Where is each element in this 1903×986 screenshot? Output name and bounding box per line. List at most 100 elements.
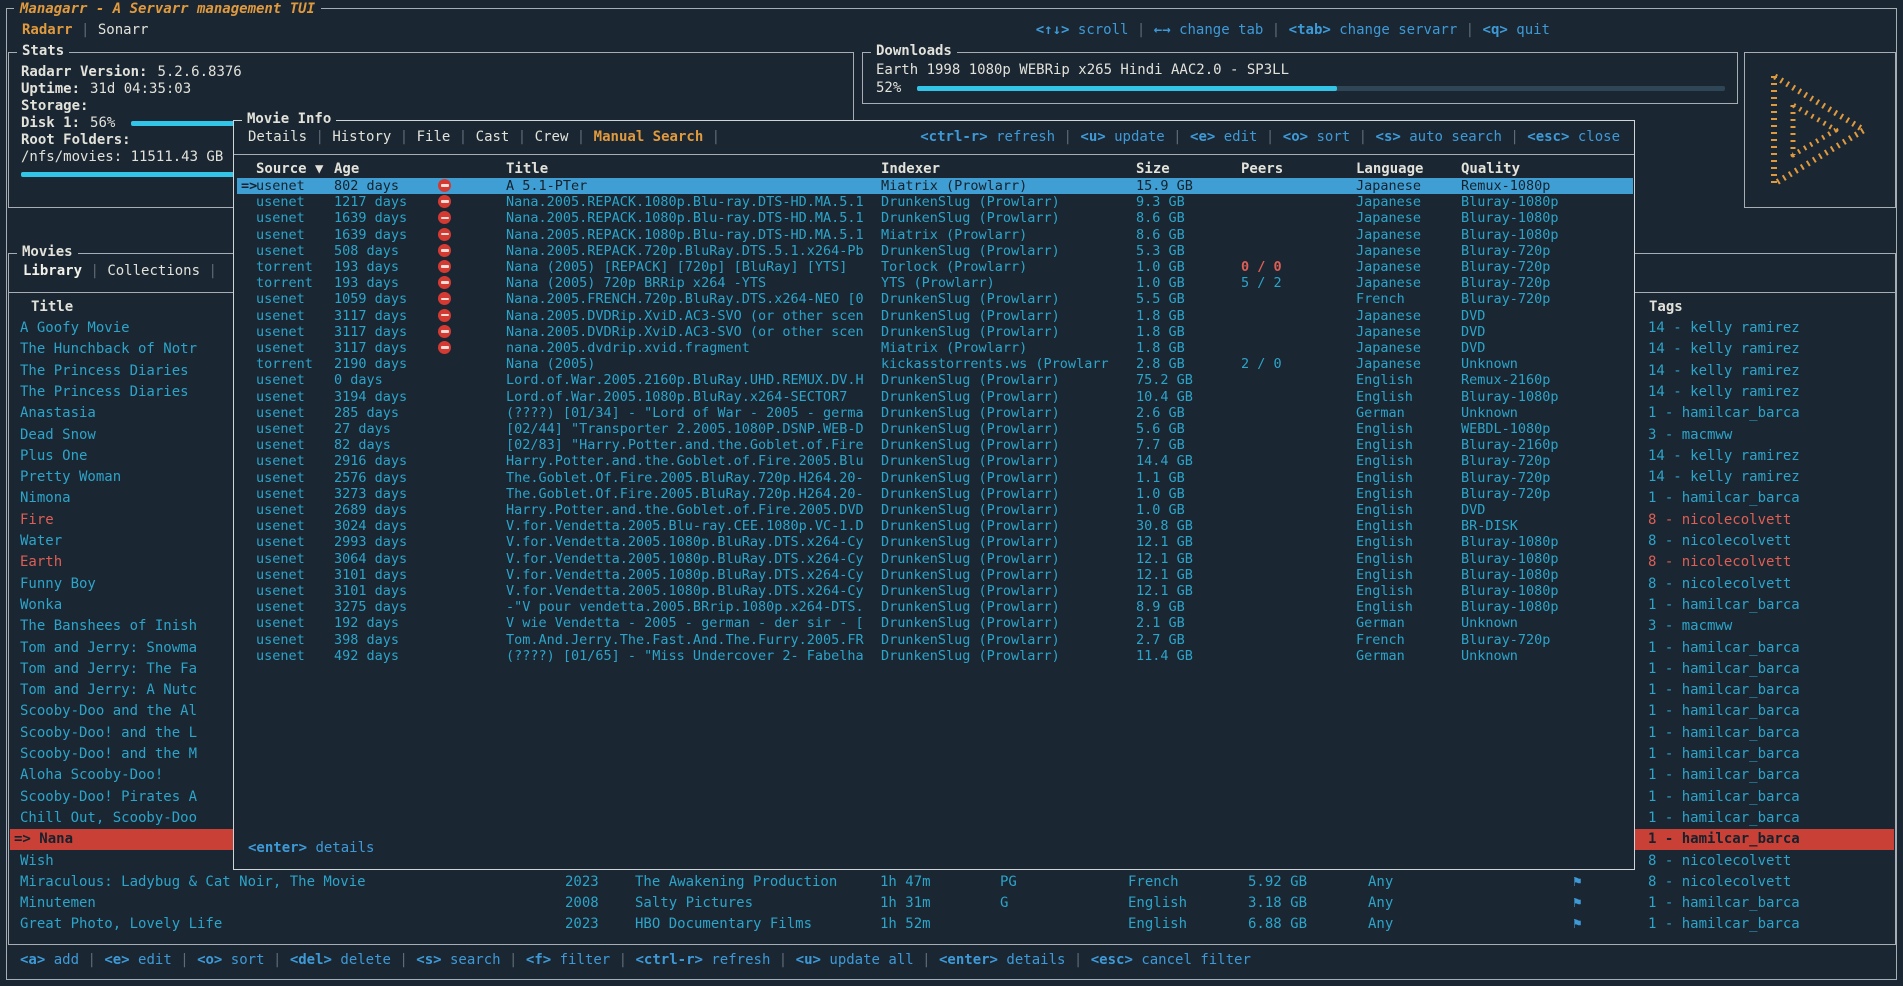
release-source: usenet <box>256 567 305 583</box>
release-age-header[interactable]: Age <box>334 161 359 177</box>
release-size-header[interactable]: Size <box>1136 161 1170 177</box>
release-indexer: DrunkenSlug (Prowlarr) <box>881 324 1060 340</box>
release-indexer: DrunkenSlug (Prowlarr) <box>881 389 1060 405</box>
release-row[interactable]: usenet1059 daysNana.2005.FRENCH.720p.Blu… <box>237 291 1633 307</box>
release-row[interactable]: usenet398 daysTom.And.Jerry.The.Fast.And… <box>237 632 1633 648</box>
release-language: French <box>1356 291 1405 307</box>
release-source-header[interactable]: Source ▼ <box>256 161 323 177</box>
modal-tabs-separator-line <box>234 154 1634 155</box>
movie-info-tab-history[interactable]: History <box>332 129 391 145</box>
release-quality: DVD <box>1461 308 1485 324</box>
release-row[interactable]: usenet3024 daysV.for.Vendetta.2005.Blu-r… <box>237 518 1633 534</box>
release-row[interactable]: torrent193 daysNana (2005) [REPACK] [720… <box>237 259 1633 275</box>
release-age: 2190 days <box>334 356 407 372</box>
release-title: (????) [01/34] - "Lord of War - 2005 - g… <box>506 405 864 421</box>
release-row[interactable]: usenet1217 daysNana.2005.REPACK.1080p.Bl… <box>237 194 1633 210</box>
release-row[interactable]: usenet3117 daysnana.2005.dvdrip.xvid.fra… <box>237 340 1633 356</box>
release-quality: Bluray-1080p <box>1461 227 1559 243</box>
release-row[interactable]: usenet3273 daysThe.Goblet.Of.Fire.2005.B… <box>237 486 1633 502</box>
movie-title: Tom and Jerry: Snowma <box>20 638 197 659</box>
release-quality: Bluray-720p <box>1461 275 1550 291</box>
movie-info-tab-manual-search[interactable]: Manual Search <box>594 129 704 145</box>
modal-hint-separator: | <box>1502 129 1527 145</box>
release-row[interactable]: usenet285 days(????) [01/34] - "Lord of … <box>237 405 1633 421</box>
movie-info-tab-crew[interactable]: Crew <box>535 129 569 145</box>
movie-info-tab-cast[interactable]: Cast <box>476 129 510 145</box>
release-language: English <box>1356 486 1413 502</box>
release-title: -"V pour vendetta.2005.BRrip.1080p.x264-… <box>506 599 864 615</box>
movie-tag: 1 - hamilcar_barca <box>1648 808 1800 829</box>
release-size: 1.0 GB <box>1136 486 1185 502</box>
release-title: V.for.Vendetta.2005.1080p.BluRay.DTS.x26… <box>506 551 864 567</box>
release-row[interactable]: usenet0 daysLord.of.War.2005.2160p.BluRa… <box>237 372 1633 388</box>
release-language-header[interactable]: Language <box>1356 161 1423 177</box>
release-language: Japanese <box>1356 340 1421 356</box>
release-row[interactable]: usenet3064 daysV.for.Vendetta.2005.1080p… <box>237 551 1633 567</box>
movie-row[interactable]: Minutemen2008Salty Pictures1h 31mGEnglis… <box>10 893 1894 914</box>
release-size: 30.8 GB <box>1136 518 1193 534</box>
release-row[interactable]: usenet3117 daysNana.2005.DVDRip.XviD.AC3… <box>237 308 1633 324</box>
release-peers: 2 / 0 <box>1241 356 1282 372</box>
release-age: 3273 days <box>334 486 407 502</box>
release-row[interactable]: usenet1639 daysNana.2005.REPACK.1080p.Bl… <box>237 210 1633 226</box>
release-title: Nana (2005) 720p BRRip x264 -YTS <box>506 275 766 291</box>
movie-row[interactable]: Great Photo, Lovely Life2023HBO Document… <box>10 914 1894 935</box>
movie-title: Scooby-Doo and the Al <box>20 701 197 722</box>
release-row[interactable]: usenet2689 daysHarry.Potter.and.the.Gobl… <box>237 502 1633 518</box>
release-row[interactable]: usenet2576 daysThe.Goblet.Of.Fire.2005.B… <box>237 470 1633 486</box>
movie-info-tab-separator: | <box>509 129 534 145</box>
release-peers-header[interactable]: Peers <box>1241 161 1283 177</box>
release-row[interactable]: usenet3101 daysV.for.Vendetta.2005.1080p… <box>237 567 1633 583</box>
release-indexer-header[interactable]: Indexer <box>881 161 940 177</box>
rejected-icon <box>438 309 451 322</box>
release-row[interactable]: =>usenet802 daysA 5.1-PTerMiatrix (Prowl… <box>237 178 1633 194</box>
release-row[interactable]: usenet192 daysV wie Vendetta - 2005 - ge… <box>237 615 1633 631</box>
release-row[interactable]: usenet1639 daysNana.2005.REPACK.1080p.Bl… <box>237 227 1633 243</box>
movie-title: Scooby-Doo! and the M <box>20 744 197 765</box>
movie-row[interactable]: Miraculous: Ladybug & Cat Noir, The Movi… <box>10 872 1894 893</box>
modal-hint-key: <s> <box>1376 129 1401 145</box>
release-title: A 5.1-PTer <box>506 178 587 194</box>
movie-title: Great Photo, Lovely Life <box>20 914 222 935</box>
release-source: usenet <box>256 453 305 469</box>
movie-info-tab-details[interactable]: Details <box>248 129 307 145</box>
release-row[interactable]: usenet3101 daysV.for.Vendetta.2005.1080p… <box>237 583 1633 599</box>
movie-tag: 8 - nicolecolvett <box>1648 552 1791 573</box>
release-age: 398 days <box>334 632 399 648</box>
release-row[interactable]: usenet2993 daysV.for.Vendetta.2005.1080p… <box>237 534 1633 550</box>
release-source: usenet <box>256 308 305 324</box>
release-source: usenet <box>256 437 305 453</box>
release-row[interactable]: usenet2916 daysHarry.Potter.and.the.Gobl… <box>237 453 1633 469</box>
release-title: V.for.Vendetta.2005.1080p.BluRay.DTS.x26… <box>506 534 864 550</box>
movie-info-tab-separator: | <box>391 129 416 145</box>
release-row[interactable]: torrent193 daysNana (2005) 720p BRRip x2… <box>237 275 1633 291</box>
release-row[interactable]: usenet508 daysNana.2005.REPACK.720p.BluR… <box>237 243 1633 259</box>
movie-year: 2023 <box>565 914 599 935</box>
rejected-icon <box>438 292 451 305</box>
release-title-header[interactable]: Title <box>506 161 548 177</box>
release-row[interactable]: usenet3275 days-"V pour vendetta.2005.BR… <box>237 599 1633 615</box>
release-language: Japanese <box>1356 324 1421 340</box>
selection-arrow: => <box>241 178 257 194</box>
release-age: 3024 days <box>334 518 407 534</box>
release-indexer: DrunkenSlug (Prowlarr) <box>881 243 1060 259</box>
release-row[interactable]: usenet3194 daysLord.of.War.2005.1080p.Bl… <box>237 389 1633 405</box>
release-row[interactable]: usenet492 days(????) [01/65] - "Miss Und… <box>237 648 1633 664</box>
movie-info-tab-file[interactable]: File <box>417 129 451 145</box>
release-row[interactable]: torrent2190 daysNana (2005)kickasstorren… <box>237 356 1633 372</box>
release-row[interactable]: usenet82 days[02/83] "Harry.Potter.and.t… <box>237 437 1633 453</box>
release-size: 10.4 GB <box>1136 389 1193 405</box>
release-source: usenet <box>256 243 305 259</box>
release-row[interactable]: usenet3117 daysNana.2005.DVDRip.XviD.AC3… <box>237 324 1633 340</box>
movie-year: 2008 <box>565 893 599 914</box>
movie-tag: 1 - hamilcar_barca <box>1648 659 1800 680</box>
movie-tag: 1 - hamilcar_barca <box>1648 701 1800 722</box>
release-language: English <box>1356 470 1413 486</box>
movie-title: Scooby-Doo! Pirates A <box>20 787 197 808</box>
release-title: Lord.of.War.2005.2160p.BluRay.UHD.REMUX.… <box>506 372 864 388</box>
app-window: Managarr - A Servarr management TUI Rada… <box>0 0 1903 986</box>
release-quality-header[interactable]: Quality <box>1461 161 1520 177</box>
release-size: 2.1 GB <box>1136 615 1185 631</box>
release-quality: Unknown <box>1461 405 1518 421</box>
release-row[interactable]: usenet27 days[02/44] "Transporter 2.2005… <box>237 421 1633 437</box>
